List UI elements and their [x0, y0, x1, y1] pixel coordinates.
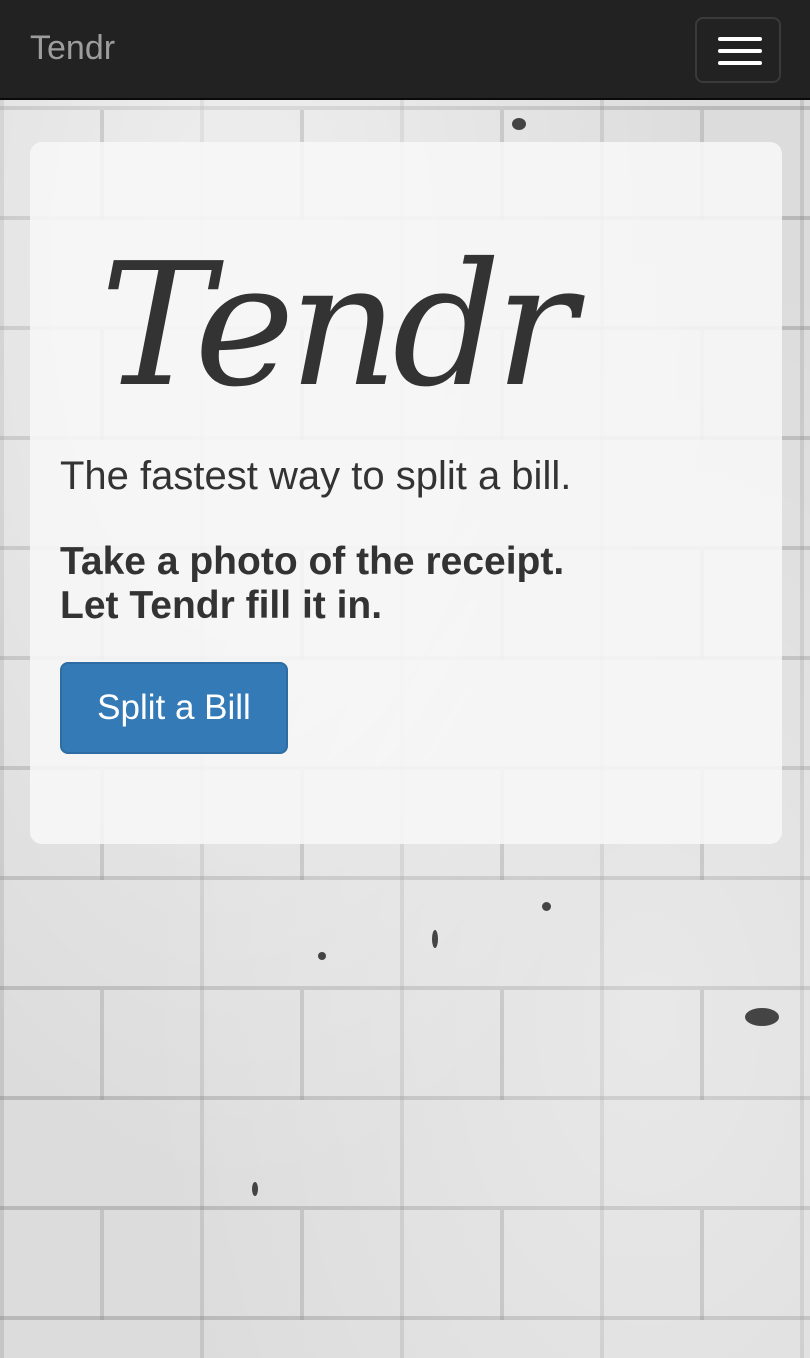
split-a-bill-button[interactable]: Split a Bill: [60, 662, 288, 754]
hamburger-bar: [718, 61, 762, 65]
wall-speck: [542, 902, 551, 911]
navbar-brand[interactable]: Tendr: [30, 26, 115, 70]
wall-speck: [318, 952, 326, 960]
brick-row: [0, 990, 810, 1100]
headline: Take a photo of the receipt. Let Tendr f…: [60, 540, 564, 628]
hamburger-bar: [718, 49, 762, 53]
headline-line-1: Take a photo of the receipt.: [60, 540, 565, 583]
menu-toggle-button[interactable]: [695, 17, 781, 83]
wall-speck: [512, 118, 526, 130]
headline-line-2: Let Tendr fill it in.: [60, 584, 383, 627]
brick-row: [0, 1210, 810, 1320]
tendr-logo: Tendr: [100, 227, 576, 425]
tagline: The fastest way to split a bill.: [60, 454, 572, 498]
wall-speck: [745, 1008, 779, 1026]
top-navbar: Tendr: [0, 0, 810, 100]
wall-speck: [432, 930, 438, 948]
wall-speck: [252, 1182, 258, 1196]
hamburger-bar: [718, 37, 762, 41]
